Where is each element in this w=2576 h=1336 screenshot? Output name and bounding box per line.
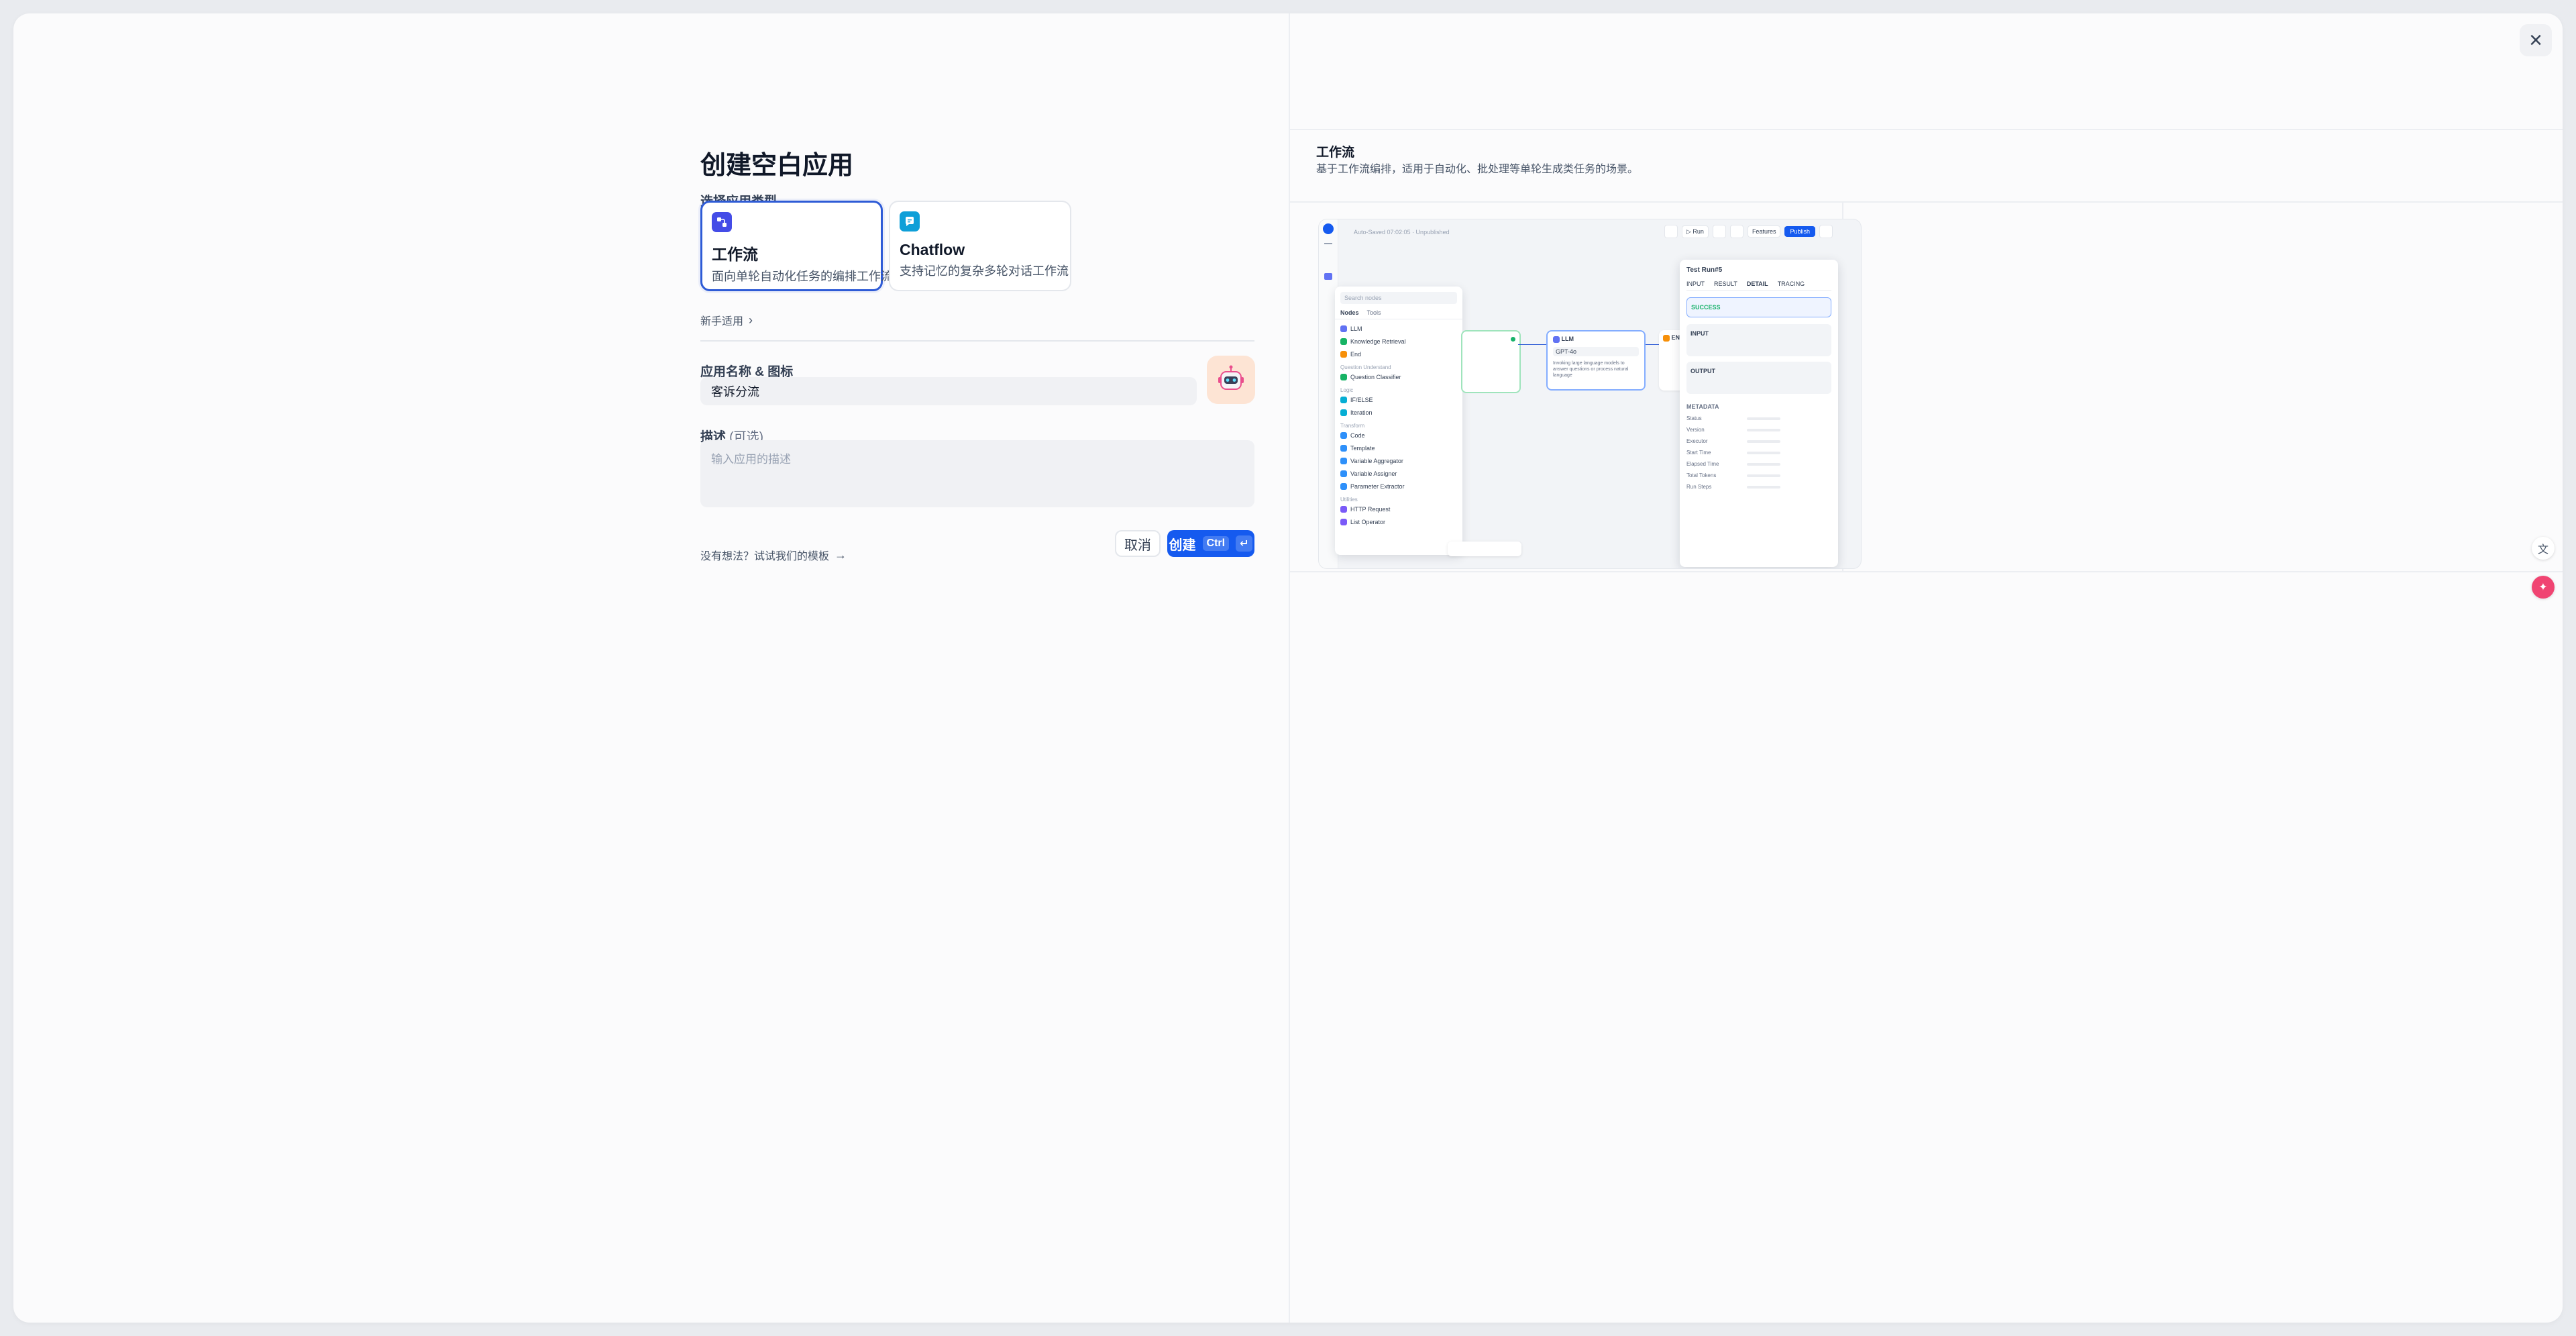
preview-output-section: OUTPUT (1686, 362, 1831, 394)
preview-metadata-row: Run Steps (1686, 481, 1831, 493)
preview-toolbar-icon (1664, 225, 1678, 238)
translate-icon[interactable]: 文 (2532, 537, 2555, 560)
preview-toolbar-icon (1819, 225, 1833, 238)
preview-top-line (1290, 129, 2563, 130)
robot-avatar-icon (1218, 365, 1244, 390)
create-app-dialog: 创建空白应用 选择应用类型 工作流 面向单轮自动化任务的编排工作流 Chatfl… (13, 13, 2563, 1323)
preview-bottom-line (1290, 571, 2563, 572)
preview-llm-model: GPT-4o (1553, 346, 1639, 356)
arrow-right-icon: → (835, 548, 847, 562)
preview-mid-line (1290, 201, 2563, 203)
enter-key-icon: ↵ (1236, 535, 1253, 552)
preview-bottom-toolbar (1448, 542, 1521, 556)
preview-tab: Tools (1366, 309, 1381, 316)
template-link-label: 没有想法？试试我们的模板 (700, 551, 830, 562)
dialog-title: 创建空白应用 (700, 152, 854, 180)
beginner-link[interactable]: 新手适用 › (700, 312, 753, 328)
create-button-label: 创建 (1169, 537, 1196, 553)
section-divider (700, 340, 1254, 342)
preview-group-label: Transform (1340, 423, 1365, 429)
assistant-icon[interactable]: ✦ (2532, 576, 2555, 599)
preview-logo-icon (1323, 223, 1334, 234)
workflow-icon (712, 212, 732, 232)
preview-metadata-row: Start Time (1686, 447, 1831, 458)
preview-metadata-row: Version (1686, 424, 1831, 435)
app-type-desc: 支持记忆的复杂多轮对话工作流 (900, 264, 1069, 278)
preview-features-button: Features (1747, 225, 1781, 238)
preview-metadata-label: METADATA (1686, 403, 1719, 410)
preview-node-item: Variable Assigner (1340, 467, 1457, 480)
preview-canvas-node (1461, 330, 1521, 393)
beginner-link-label: 新手适用 (700, 316, 744, 327)
chatflow-icon (900, 211, 920, 232)
preview-toolbar-icon (1712, 225, 1726, 238)
preview-metadata-list: Status Version Executor Start Time Elapsed T… (1686, 413, 1831, 493)
cancel-button[interactable]: 取消 (1115, 530, 1161, 557)
workflow-preview-image: Auto-Saved 07:02:05 · Unpublished ▷ Run … (1319, 219, 1861, 568)
app-type-title: Chatflow (900, 241, 965, 258)
preview-node-list: LLM Knowledge Retrieval End Question Unders… (1335, 319, 1462, 531)
preview-input-section: INPUT (1686, 324, 1831, 356)
preview-run-button: ▷ Run (1682, 225, 1709, 238)
preview-metadata-row: Executor (1686, 435, 1831, 447)
preview-test-panel: Test Run#5 INPUT RESULT DETAIL TRACING S… (1680, 260, 1838, 567)
preview-autosave: Auto-Saved 07:02:05 · Unpublished (1354, 229, 1450, 236)
preview-desc: 基于工作流编排，适用于自动化、批处理等单轮生成类任务的场景。 (1316, 164, 1639, 175)
preview-picker-tabs: Nodes Tools (1335, 309, 1462, 319)
preview-llm-node: LLM GPT-4o Invoking large language model… (1546, 330, 1646, 391)
preview-toolbar-icon (1729, 225, 1743, 238)
preview-node-picker: Search nodes Nodes Tools LLM Knowledge Re… (1335, 287, 1462, 555)
preview-tab: Nodes (1340, 309, 1359, 316)
preview-node-item: Question Classifier (1340, 370, 1457, 383)
create-button[interactable]: 创建 Ctrl ↵ (1167, 530, 1254, 557)
preview-metadata-row: Elapsed Time (1686, 458, 1831, 470)
preview-llm-desc: Invoking large language models to answer… (1553, 360, 1629, 378)
preview-rail-icon (1324, 243, 1332, 244)
close-icon[interactable]: × (2520, 24, 2552, 56)
template-link[interactable]: 没有想法？试试我们的模板 → (700, 547, 847, 563)
preview-toolbar: ▷ Run Features Publish (1664, 225, 1833, 238)
preview-node-item: Code (1340, 429, 1457, 442)
app-type-workflow-card[interactable]: 工作流 面向单轮自动化任务的编排工作流 (700, 201, 893, 291)
preview-group-label: Question Understand (1340, 364, 1391, 370)
preview-rail-icon (1324, 273, 1332, 280)
preview-node-item: Iteration (1340, 406, 1457, 419)
preview-edge (1518, 344, 1546, 345)
preview-title: 工作流 (1316, 146, 1355, 160)
preview-node-search: Search nodes (1340, 292, 1457, 304)
preview-publish-button: Publish (1784, 226, 1815, 237)
ctrl-key-badge: Ctrl (1202, 536, 1230, 551)
preview-node-item: Parameter Extractor (1340, 480, 1457, 493)
app-type-chatflow-card[interactable]: Chatflow 支持记忆的复杂多轮对话工作流 (889, 201, 1071, 291)
preview-node-item: LLM (1340, 322, 1457, 335)
preview-node-item: Template (1340, 442, 1457, 454)
preview-status-box: SUCCESS (1686, 297, 1831, 317)
preview-group-label: Logic (1340, 387, 1354, 393)
preview-node-item: IF/ELSE (1340, 393, 1457, 406)
app-icon-picker[interactable] (1207, 356, 1255, 404)
preview-metadata-row: Status (1686, 413, 1831, 424)
form-pane: 创建空白应用 选择应用类型 工作流 面向单轮自动化任务的编排工作流 Chatfl… (13, 13, 1289, 1323)
app-type-title: 工作流 (712, 246, 758, 263)
preview-node-item: End (1340, 348, 1457, 360)
preview-group-label: Utilities (1340, 497, 1358, 503)
preview-node-item: Knowledge Retrieval (1340, 335, 1457, 348)
description-textarea[interactable]: 输入应用的描述 (700, 440, 1254, 507)
app-name-input[interactable]: 客诉分流 (700, 377, 1197, 405)
chevron-right-icon: › (749, 313, 753, 327)
preview-pane: × 工作流 基于工作流编排，适用于自动化、批处理等单轮生成类任务的场景。 Aut… (1289, 13, 2563, 1323)
preview-test-tabs: INPUT RESULT DETAIL TRACING (1686, 280, 1831, 291)
preview-node-item: List Operator (1340, 515, 1457, 528)
preview-metadata-row: Total Tokens (1686, 470, 1831, 481)
preview-test-title: Test Run#5 (1686, 266, 1723, 274)
preview-node-item: Variable Aggregator (1340, 454, 1457, 467)
app-type-desc: 面向单轮自动化任务的编排工作流 (712, 270, 893, 283)
preview-node-item: HTTP Request (1340, 503, 1457, 515)
preview-edge (1646, 344, 1659, 345)
